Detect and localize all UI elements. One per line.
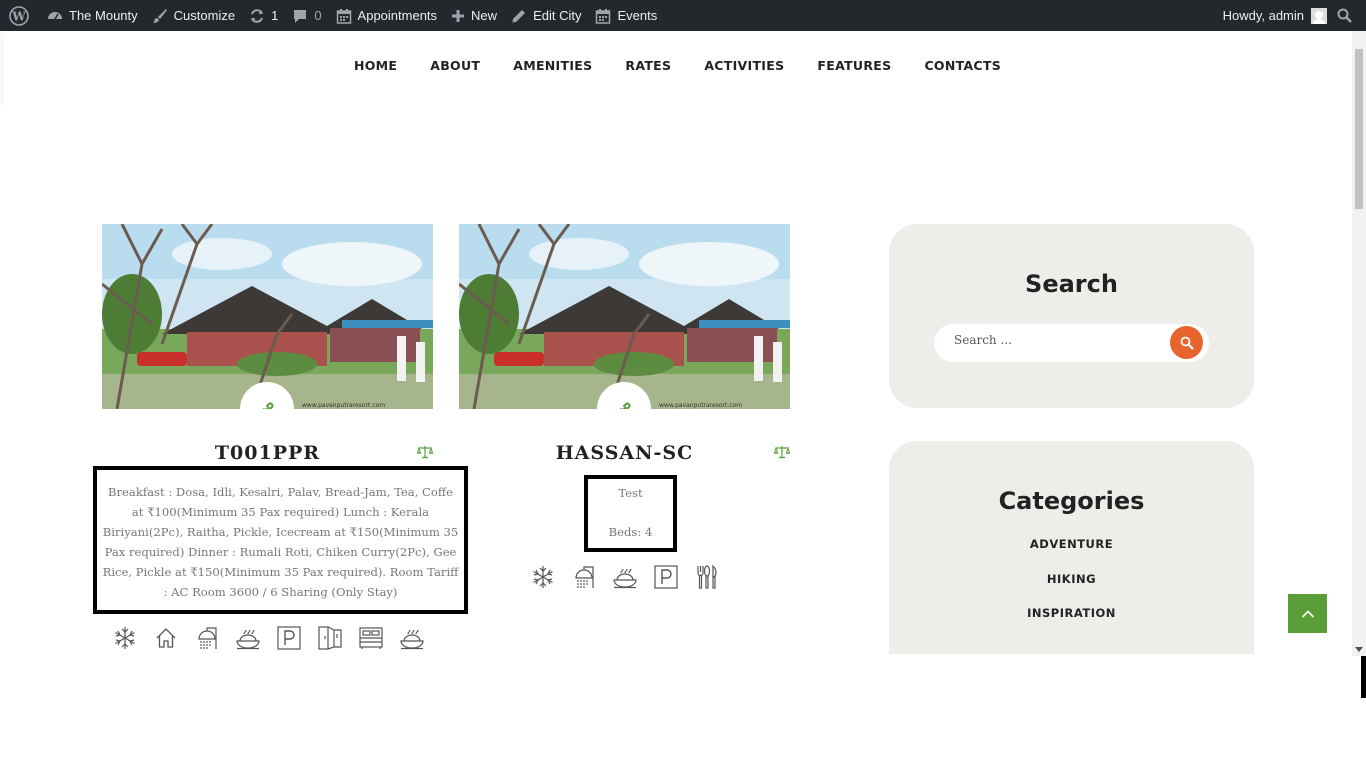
dish-icon — [227, 624, 268, 652]
svg-text:W: W — [11, 9, 26, 23]
back-to-top-button[interactable] — [1288, 594, 1327, 633]
room-amenities — [522, 563, 727, 591]
svg-text:www.pavanputraresort.com: www.pavanputraresort.com — [302, 402, 385, 409]
home-icon — [145, 624, 186, 652]
main-content: www.pavanputraresort.com T001PPR Breakfa… — [3, 100, 1352, 654]
shower-icon — [186, 624, 227, 652]
room-card: www.pavanputraresort.com HASSAN-SC — [459, 224, 791, 464]
brush-icon — [152, 8, 167, 23]
room-description-line: Test — [618, 486, 643, 500]
customize-link[interactable]: Customize — [145, 0, 242, 31]
nav-contacts[interactable]: CONTACTS — [924, 58, 1001, 73]
search-icon — [1180, 336, 1194, 350]
edge-marker — [1361, 656, 1366, 698]
search-input[interactable] — [954, 333, 1154, 347]
category-inspiration[interactable]: INSPIRATION — [889, 596, 1254, 631]
nav-activities[interactable]: ACTIVITIES — [704, 58, 784, 73]
comments-link[interactable]: 0 — [285, 0, 328, 31]
snowflake-icon — [522, 563, 563, 591]
events-label: Events — [617, 8, 658, 23]
widget-title: Categories — [998, 487, 1145, 515]
chevron-up-icon — [1301, 609, 1314, 618]
comment-icon — [294, 9, 307, 23]
new-content-link[interactable]: New — [444, 0, 504, 31]
edit-city-link[interactable]: Edit City — [504, 0, 588, 31]
appointments-link[interactable]: Appointments — [329, 0, 445, 31]
comments-count: 0 — [314, 8, 322, 23]
search-icon — [1337, 8, 1352, 23]
dish-icon — [604, 563, 645, 591]
category-adventure[interactable]: ADVENTURE — [889, 527, 1254, 562]
bed-icon — [350, 624, 391, 652]
link-icon — [262, 402, 274, 409]
parking-icon — [645, 563, 686, 591]
scroll-down-arrow-icon[interactable] — [1355, 647, 1363, 652]
snowflake-icon — [104, 624, 145, 652]
site-header: HOME ABOUT AMENITIES RATES ACTIVITIES FE… — [3, 31, 1352, 100]
site-name-link[interactable]: The Mounty — [40, 0, 145, 31]
avatar — [1311, 7, 1327, 24]
customize-label: Customize — [173, 8, 236, 23]
page-scrollbar[interactable] — [1352, 31, 1366, 656]
room-image[interactable]: www.pavanputraresort.com — [102, 224, 433, 409]
wordpress-logo-button[interactable]: W — [0, 0, 40, 31]
wp-admin-bar: W The Mounty Customize 1 0 Appointments … — [0, 0, 1366, 31]
appointments-label: Appointments — [357, 8, 438, 23]
nav-home[interactable]: HOME — [354, 58, 397, 73]
shower-icon — [563, 563, 604, 591]
room-card: www.pavanputraresort.com T001PPR — [102, 224, 434, 464]
events-link[interactable]: Events — [588, 0, 664, 31]
main-navigation: HOME ABOUT AMENITIES RATES ACTIVITIES FE… — [3, 31, 1352, 100]
room-image[interactable]: www.pavanputraresort.com — [459, 224, 790, 409]
room-beds: Beds: 4 — [608, 525, 653, 539]
plus-icon — [452, 9, 465, 22]
nav-features[interactable]: FEATURES — [817, 58, 891, 73]
new-label: New — [471, 8, 498, 23]
room-amenities — [104, 624, 432, 652]
room-title[interactable]: T001PPR — [102, 442, 433, 464]
cutlery-icon — [686, 563, 727, 591]
search-submit-button[interactable] — [1170, 326, 1203, 359]
room-title[interactable]: HASSAN-SC — [459, 442, 790, 464]
category-hiking[interactable]: HIKING — [889, 562, 1254, 597]
site-name-label: The Mounty — [69, 8, 138, 23]
wordpress-icon: W — [9, 5, 29, 26]
updates-count: 1 — [271, 8, 279, 23]
room-description: Test Beds: 4 — [584, 475, 677, 552]
search-form — [934, 324, 1209, 362]
scrollbar-thumb[interactable] — [1355, 49, 1363, 209]
nav-rates[interactable]: RATES — [625, 58, 671, 73]
pencil-icon — [512, 9, 526, 22]
my-account-link[interactable]: Howdy, admin — [1216, 0, 1337, 31]
edit-city-label: Edit City — [533, 8, 582, 23]
updates-icon — [251, 8, 264, 23]
updates-link[interactable]: 1 — [242, 0, 285, 31]
dish-icon — [391, 624, 432, 652]
dashboard-icon — [48, 11, 62, 19]
parking-icon — [268, 624, 309, 652]
admin-search-button[interactable] — [1337, 8, 1352, 23]
nav-amenities[interactable]: AMENITIES — [513, 58, 592, 73]
link-icon — [619, 402, 631, 409]
compare-icon[interactable] — [773, 444, 791, 463]
room-description: Breakfast : Dosa, Idli, Kesalri, Palav, … — [93, 466, 468, 614]
categories-widget: Categories ADVENTURE HIKING INSPIRATION — [889, 441, 1254, 654]
nav-about[interactable]: ABOUT — [430, 58, 480, 73]
svg-text:www.pavanputraresort.com: www.pavanputraresort.com — [659, 402, 742, 409]
widget-title: Search — [1025, 270, 1118, 298]
compare-icon[interactable] — [416, 444, 434, 463]
calendar-icon — [336, 8, 351, 24]
search-widget: Search — [889, 224, 1254, 408]
doors-icon — [309, 624, 350, 652]
calendar-icon — [596, 8, 611, 24]
howdy-label: Howdy, admin — [1222, 8, 1304, 23]
